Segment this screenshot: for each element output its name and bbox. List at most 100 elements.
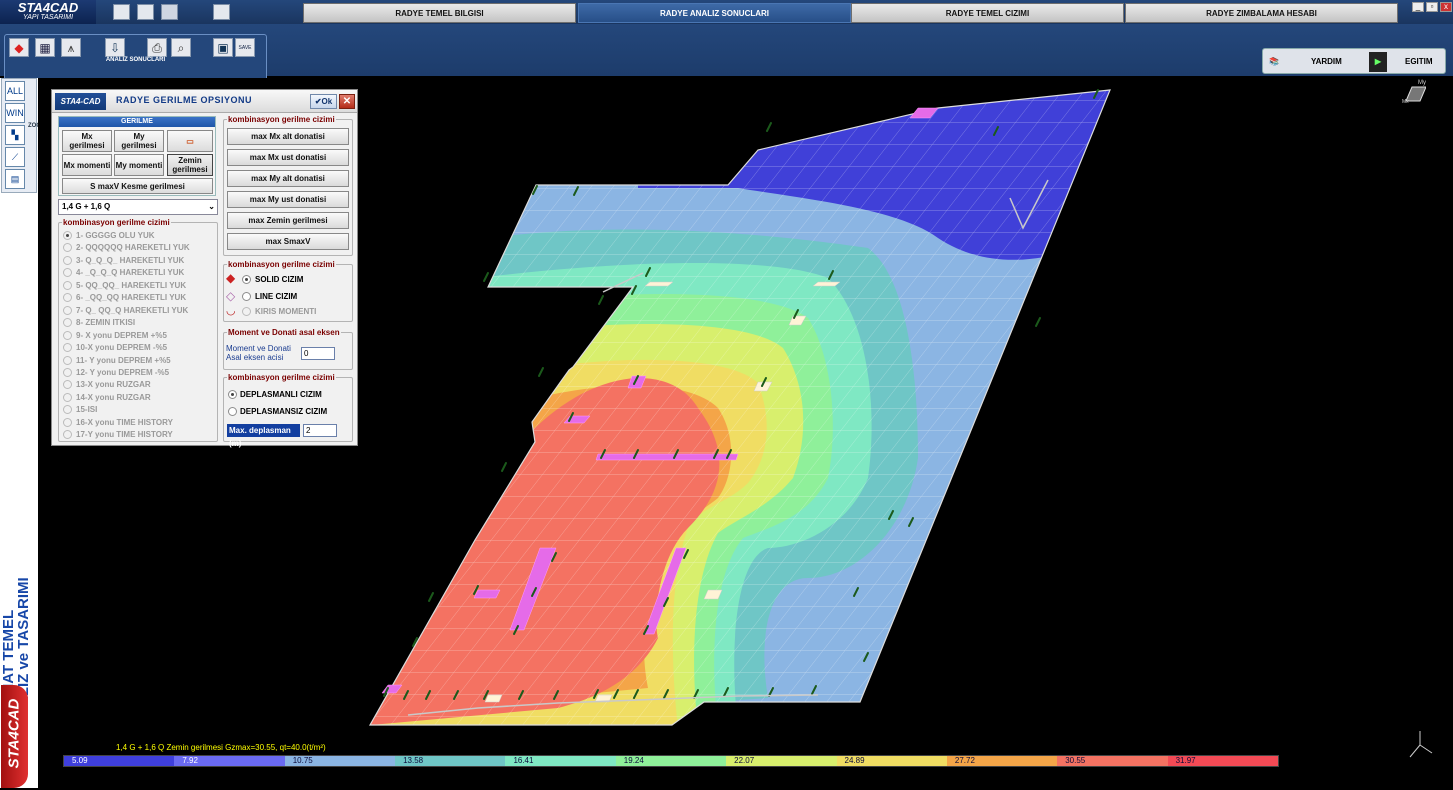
deplasmanli-radio[interactable]	[228, 390, 237, 399]
color-scale-cell: 13.58	[395, 756, 506, 766]
load-case-label: 4- _Q_Q_Q HAREKETLI YUK	[76, 268, 185, 278]
color-scale-cell: 10.75	[284, 756, 396, 766]
color-scale-cell: 19.24	[615, 756, 727, 766]
max-deflection-input[interactable]: 2	[303, 424, 337, 437]
kiris-radio[interactable]	[242, 307, 251, 316]
zemin-gerilme-button[interactable]: Zemin gerilmesi	[167, 154, 213, 176]
dialog-titlebar: STA4-CAD RADYE GERILME OPSIYONU ✔Ok ✕	[52, 90, 357, 113]
line-radio[interactable]	[242, 292, 251, 301]
save-icon[interactable]	[161, 4, 178, 20]
close-window-button[interactable]: x	[1440, 2, 1452, 12]
solid-draw-icon[interactable]: ◆	[9, 38, 29, 57]
color-scale-cell: 16.41	[505, 756, 616, 766]
max-zemin-button[interactable]: max Zemin gerilmesi	[227, 212, 349, 229]
zoom-all-label: ALL	[6, 86, 23, 96]
mx-moment-button[interactable]: Mx momenti	[62, 154, 112, 176]
check-icon: ✔	[314, 97, 322, 106]
new-file-icon[interactable]	[113, 4, 130, 20]
edit-icon[interactable]	[213, 4, 230, 20]
load-case-radio[interactable]	[63, 392, 72, 402]
help-button[interactable]: YARDIM	[1311, 52, 1342, 72]
max-buttons-legend: kombinasyon gerilme cizimi	[227, 115, 336, 124]
load-case-label: 12- Y yonu DEPREM -%5	[76, 367, 170, 377]
solid-label: SOLID CIZIM	[255, 275, 304, 284]
brand-text: STA4CAD	[5, 698, 23, 769]
combination-value: 1,4 G + 1,6 Q	[62, 202, 111, 211]
load-case-radio[interactable]	[63, 367, 72, 377]
load-case-radio[interactable]	[63, 380, 72, 390]
solid-radio[interactable]	[242, 275, 251, 284]
color-scale-cell: 30.55	[1057, 756, 1168, 766]
max-mx-ust-button[interactable]: max Mx ust donatisi	[227, 149, 349, 166]
load-case-radio[interactable]	[63, 430, 72, 440]
zoom-section-icon[interactable]: ⟋	[5, 147, 25, 167]
load-case-label: 14-X yonu RUZGAR	[76, 392, 151, 402]
zemin-icon[interactable]: ▭	[167, 130, 213, 152]
load-case-label: 10-X yonu DEPREM -%5	[76, 343, 168, 353]
ok-button[interactable]: ✔Ok	[310, 94, 337, 109]
load-case-radio[interactable]	[63, 280, 72, 290]
load-case-radio[interactable]	[63, 243, 72, 253]
zoom-all-button[interactable]: ALL	[5, 81, 25, 101]
draw-mode-group: kombinasyon gerilme cizimi ◆ SOLID CIZIM…	[223, 260, 353, 322]
load-case-radio[interactable]	[63, 318, 72, 328]
compass-mx-label: Mx	[1402, 99, 1409, 105]
load-case-radio[interactable]	[63, 355, 72, 365]
load-case-label: 5- QQ_QQ_ HAREKETLI YUK	[76, 280, 187, 290]
my-gerilme-button[interactable]: My gerilmesi	[114, 130, 164, 152]
combination-select[interactable]: 1,4 G + 1,6 Q ⌄	[58, 199, 218, 215]
zoom-layout-icon[interactable]: ▤	[5, 169, 25, 189]
max-smaxv-button[interactable]: max SmaxV	[227, 233, 349, 250]
save-button[interactable]: SAVE	[235, 38, 255, 57]
tab-radye-zimbalama-hesabi[interactable]: RADYE ZIMBALAMA HESABI	[1125, 3, 1398, 23]
restore-button[interactable]: ▫	[1426, 2, 1438, 12]
preview-icon[interactable]: ⌕	[171, 38, 191, 57]
load-case-radio[interactable]	[63, 231, 72, 240]
my-moment-button[interactable]: My momenti	[114, 154, 164, 176]
toolbar: ◆ ▦ ⩚ ⇩ ⎙ ⌕ ▣ SAVE ANALIZ SONUCLARI 📚 YA…	[0, 24, 1453, 91]
max-my-ust-button[interactable]: max My ust donatisi	[227, 191, 349, 208]
load-icon[interactable]: ⇩	[105, 38, 125, 57]
moment-axis-input[interactable]: 0	[301, 347, 335, 360]
load-case-radio[interactable]	[63, 343, 72, 353]
color-scale-cell: 7.92	[174, 756, 285, 766]
grid-icon[interactable]: ▦	[35, 38, 55, 57]
max-my-alt-button[interactable]: max My alt donatisi	[227, 170, 349, 187]
load-case-radio[interactable]	[63, 293, 72, 303]
tab-radye-analiz-sonuclari[interactable]: RADYE ANALIZ SONUCLARI	[578, 3, 851, 23]
max-deflection-label: Max. deplasman (m)	[227, 424, 300, 448]
compass-my-label: My	[1418, 80, 1426, 86]
load-case-radio[interactable]	[63, 255, 72, 265]
smaxv-button[interactable]: S maxV Kesme gerilmesi	[62, 178, 213, 194]
ok-label: Ok	[321, 97, 333, 106]
print-icon[interactable]: ⎙	[147, 38, 167, 57]
export-icon[interactable]: ▣	[213, 38, 233, 57]
zoom-window-button[interactable]: WIN	[5, 103, 25, 123]
max-mx-alt-button[interactable]: max Mx alt donatisi	[227, 128, 349, 145]
tutorial-button[interactable]: EGITIM	[1405, 52, 1433, 72]
load-case-label: 2- QQQQQQ HAREKETLI YUK	[76, 243, 190, 253]
tab-radye-temel-cizimi[interactable]: RADYE TEMEL CIZIMI	[851, 3, 1124, 23]
open-folder-icon[interactable]	[137, 4, 154, 20]
color-scale-cell: 27.72	[946, 756, 1058, 766]
chevron-down-icon: ⌄	[208, 202, 215, 211]
color-scale-cell: 24.89	[836, 756, 947, 766]
load-case-radio[interactable]	[63, 305, 72, 315]
mx-gerilme-button[interactable]: Mx gerilmesi	[62, 130, 112, 152]
minimize-button[interactable]: _	[1412, 2, 1424, 12]
load-case-radio[interactable]	[63, 330, 72, 340]
dialog-close-button[interactable]: ✕	[339, 94, 355, 109]
load-case-radio[interactable]	[63, 417, 72, 427]
load-case-radio[interactable]	[63, 268, 72, 278]
tab-radye-temel-bilgisi[interactable]: RADYE TEMEL BILGISI	[303, 3, 576, 23]
help-box: 📚 YARDIM ▶ EGITIM	[1262, 48, 1446, 74]
title-bar: STA4CAD YAPI TASARIMI RADYE TEMEL BILGIS…	[0, 0, 1453, 24]
color-scale-bar: 5.09 7.92 10.75 13.58 16.41 19.24 22.07 24.89 27…	[63, 755, 1279, 767]
moment-axis-group: Moment ve Donati asal eksen Moment ve Do…	[223, 328, 353, 370]
column-icon[interactable]: ⩚	[61, 38, 81, 57]
load-case-label: 11- Y yonu DEPREM +%5	[76, 355, 171, 365]
load-case-radio[interactable]	[63, 405, 72, 415]
zoom-plan-icon[interactable]: ▚	[5, 125, 25, 145]
deplasmansiz-radio[interactable]	[228, 407, 237, 416]
deplasmansiz-label: DEPLASMANSIZ CIZIM	[240, 407, 328, 416]
